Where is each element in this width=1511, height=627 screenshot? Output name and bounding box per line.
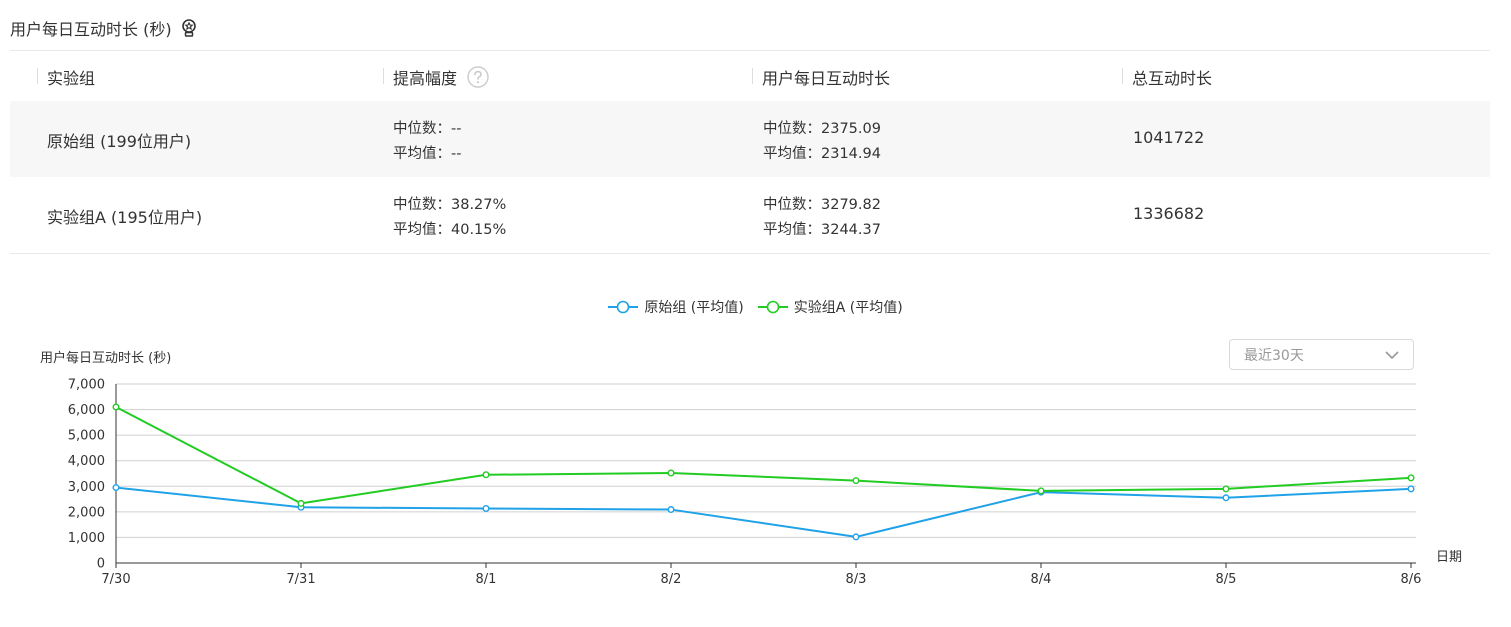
line-chart: 0 1,000 2,000 3,000 4,000 5,000 6,000 7,000 7/30…: [68, 378, 1462, 588]
x-tick-label: 7/31: [286, 572, 315, 587]
data-point: [297, 499, 305, 507]
x-axis-title: 日期: [1436, 550, 1462, 565]
data-point: [852, 533, 860, 541]
group-name: 实验组A (195位用户): [47, 208, 203, 227]
col-header-daily: 用户每日互动时长: [751, 65, 890, 89]
x-tick-label: 8/3: [846, 572, 867, 587]
x-tick-label: 8/5: [1216, 572, 1237, 587]
table-row: 实验组A (195位用户) 中位数：38.27% 平均值：40.15% 中位数：…: [10, 177, 1490, 253]
x-tick-label: 8/2: [661, 572, 682, 587]
y-tick-label: 3,000: [68, 480, 105, 495]
x-tick-label: 8/1: [476, 572, 497, 587]
y-tick-label: 1,000: [68, 531, 105, 546]
results-table: 实验组 提高幅度 用户每日互动时长 总互动时长 原始组 (199位用户) 中位数…: [10, 51, 1490, 253]
daily-values: 中位数：2375.09 平均值：2314.94: [763, 121, 881, 162]
page-title: 用户每日互动时长 (秒): [10, 20, 172, 39]
data-point: [667, 506, 675, 514]
legend-item-variant[interactable]: 实验组A (平均值): [757, 297, 903, 317]
y-axis-title: 用户每日互动时长 (秒): [40, 351, 172, 366]
award-icon[interactable]: [180, 19, 198, 37]
data-point: [112, 484, 120, 492]
data-point: [1407, 474, 1415, 482]
table-header: 实验组 提高幅度 用户每日互动时长 总互动时长: [10, 51, 1490, 101]
series-line-variant: [115, 406, 1412, 505]
data-point: [1037, 487, 1045, 495]
data-point: [852, 477, 860, 485]
daily-values: 中位数：3279.82 平均值：3244.37: [763, 197, 881, 238]
total-value: 1041722: [1133, 128, 1205, 147]
legend-item-original[interactable]: 原始组 (平均值): [608, 297, 744, 317]
col-header-total: 总互动时长: [1121, 65, 1212, 89]
table-row: 原始组 (199位用户) 中位数：-- 平均值：-- 中位数：2375.09 平…: [10, 101, 1490, 177]
y-tick-label: 2,000: [68, 505, 105, 520]
total-value: 1336682: [1133, 204, 1205, 223]
y-tick-label: 0: [97, 557, 105, 572]
y-tick-label: 4,000: [68, 454, 105, 469]
x-tick-label: 8/6: [1401, 572, 1422, 587]
divider: [10, 253, 1490, 254]
y-tick-label: 6,000: [68, 403, 105, 418]
col-header-group: 实验组: [36, 65, 95, 89]
data-point: [482, 471, 490, 479]
data-point: [667, 469, 675, 477]
data-point: [112, 403, 120, 411]
chevron-down-icon: [1385, 350, 1399, 359]
group-name: 原始组 (199位用户): [47, 132, 192, 151]
y-tick-label: 5,000: [68, 429, 105, 444]
lift-values: 中位数：38.27% 平均值：40.15%: [393, 197, 507, 238]
legend-line-marker: [608, 300, 639, 314]
data-point: [482, 505, 490, 513]
data-point: [1407, 485, 1415, 493]
chart-legend: 原始组 (平均值) 实验组A (平均值): [0, 297, 1511, 317]
date-range-value: 最近30天: [1244, 347, 1304, 364]
x-tick-label: 7/30: [101, 572, 130, 587]
help-icon[interactable]: [467, 66, 489, 88]
x-tick-label: 8/4: [1031, 572, 1052, 587]
date-range-select[interactable]: 最近30天: [1229, 339, 1414, 370]
y-tick-label: 7,000: [68, 378, 105, 393]
col-header-lift: 提高幅度: [382, 65, 489, 89]
data-point: [1222, 494, 1230, 502]
legend-line-marker: [757, 300, 788, 314]
data-point: [1222, 485, 1230, 493]
lift-values: 中位数：-- 平均值：--: [393, 121, 462, 162]
panel-header: 用户每日互动时长 (秒): [10, 14, 198, 42]
